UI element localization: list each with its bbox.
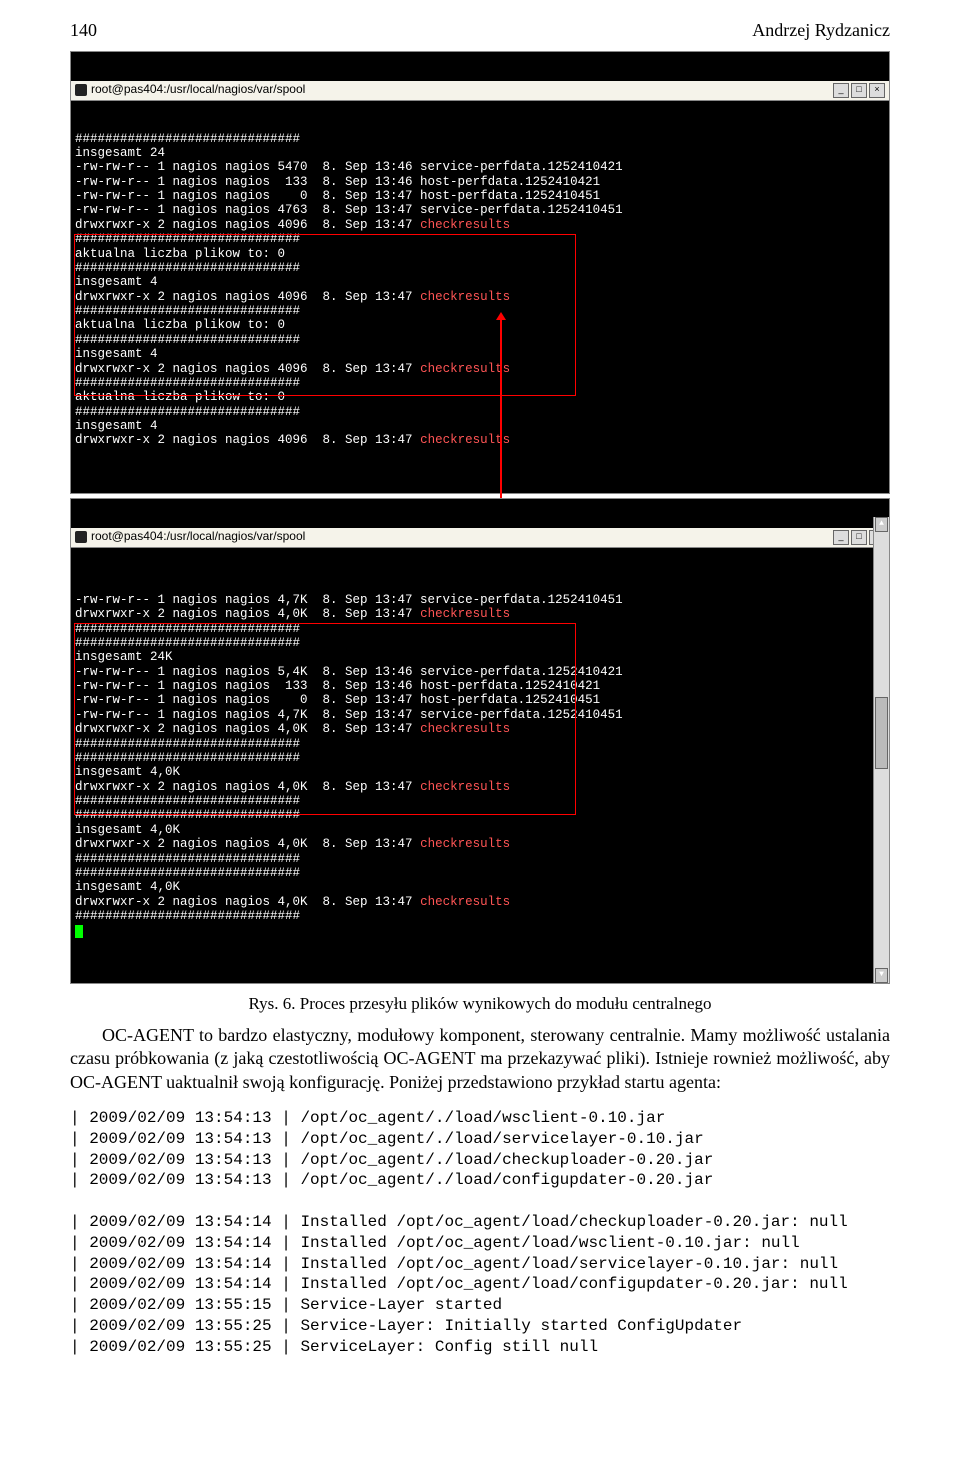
terminal-title-1: root@pas404:/usr/local/nagios/var/spool xyxy=(91,83,305,97)
terminal-window-2: root@pas404:/usr/local/nagios/var/spool … xyxy=(70,498,890,984)
close-button[interactable]: × xyxy=(869,83,885,98)
minimize-button[interactable]: _ xyxy=(833,83,849,98)
page-number: 140 xyxy=(70,20,97,41)
minimize-button[interactable]: _ xyxy=(833,530,849,545)
highlight-box-2 xyxy=(74,623,576,815)
terminal-title-2: root@pas404:/usr/local/nagios/var/spool xyxy=(91,530,305,544)
titlebar-2: root@pas404:/usr/local/nagios/var/spool … xyxy=(71,528,889,548)
scroll-down-button[interactable]: ▼ xyxy=(875,968,888,983)
terminal-icon xyxy=(75,531,87,543)
page-header: 140 Andrzej Rydzanicz xyxy=(70,20,890,41)
figure-caption: Rys. 6. Proces przesyłu plików wynikowyc… xyxy=(70,994,890,1014)
terminal-body-1: ############################## insgesamt… xyxy=(71,130,889,465)
terminal-body-2: -rw-rw-r-- 1 nagios nagios 4,7K 8. Sep 1… xyxy=(71,591,889,954)
terminal-window-1: root@pas404:/usr/local/nagios/var/spool … xyxy=(70,51,890,494)
maximize-button[interactable]: □ xyxy=(851,83,867,98)
terminal-icon xyxy=(75,84,87,96)
page-author: Andrzej Rydzanicz xyxy=(752,20,890,41)
cursor xyxy=(75,925,83,938)
scroll-up-button[interactable]: ▲ xyxy=(875,517,888,532)
agent-log: | 2009/02/09 13:54:13 | /opt/oc_agent/./… xyxy=(70,1108,890,1358)
titlebar-1: root@pas404:/usr/local/nagios/var/spool … xyxy=(71,81,889,101)
body-paragraph: OC-AGENT to bardzo elastyczny, modułowy … xyxy=(70,1024,890,1094)
maximize-button[interactable]: □ xyxy=(851,530,867,545)
